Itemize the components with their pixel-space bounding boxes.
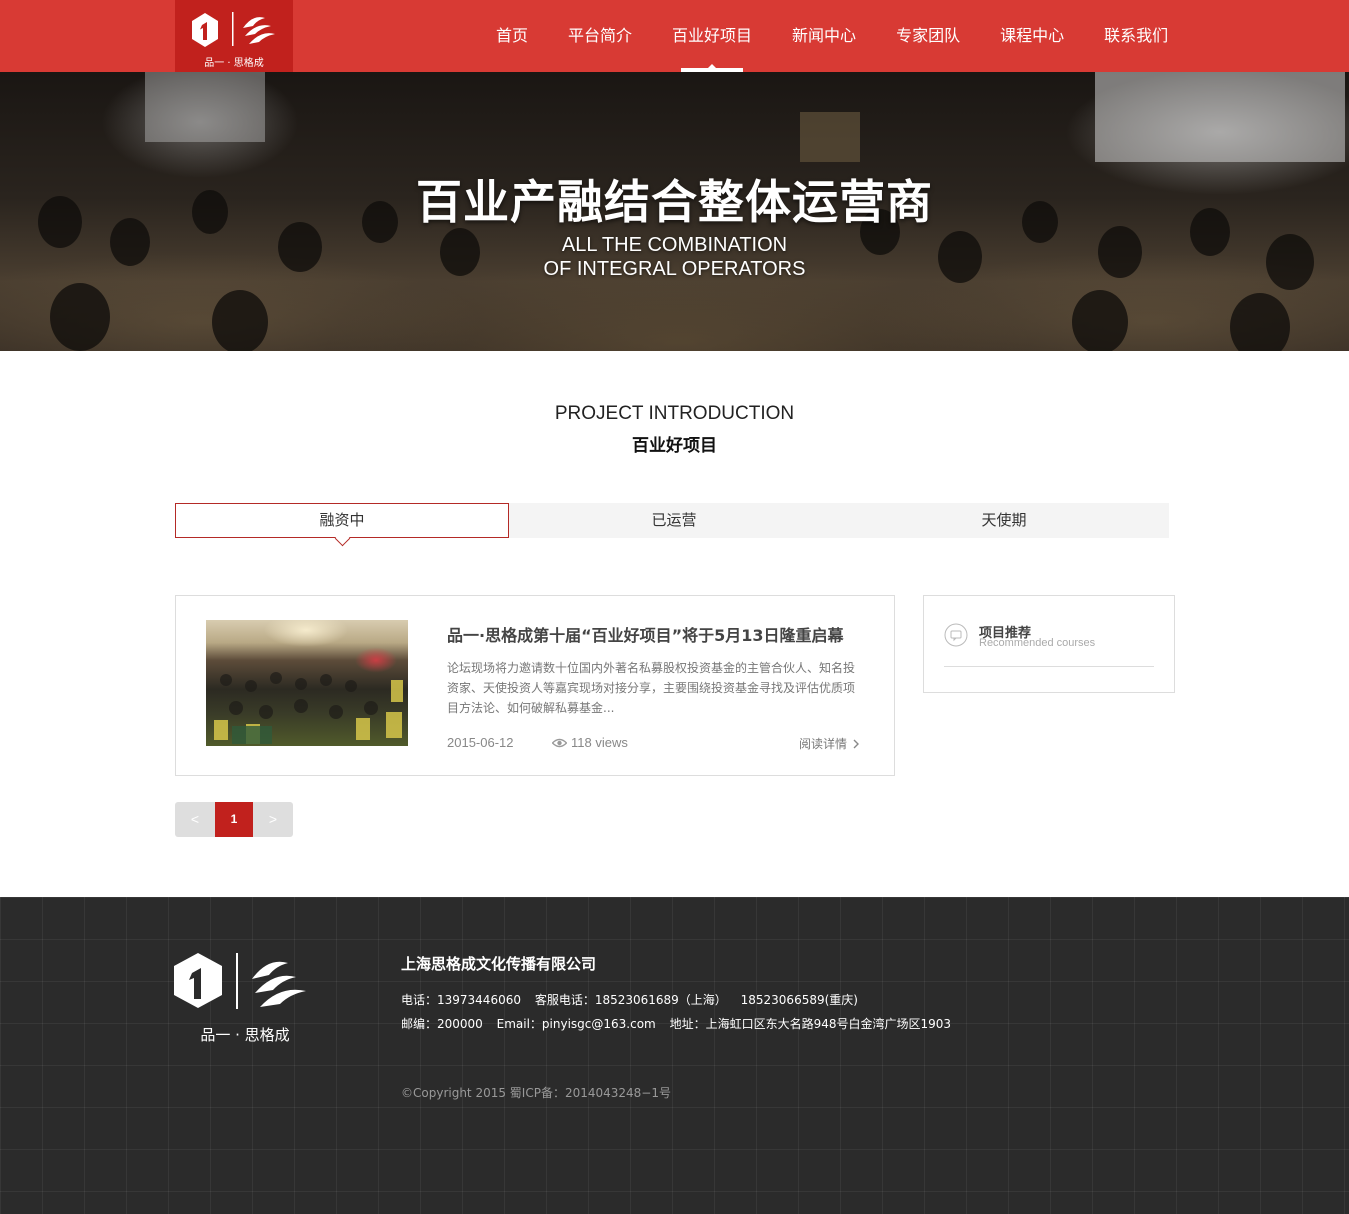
project-date: 2015-06-12 bbox=[447, 735, 514, 750]
recommended-panel: 项目推荐 Recommended courses bbox=[923, 595, 1175, 693]
nav-experts[interactable]: 专家团队 bbox=[876, 0, 980, 72]
footer-contact-line: 电话：13973446060 客服电话：18523061689（上海） 1852… bbox=[401, 991, 868, 1008]
footer-logo-text: 品一 · 思格成 bbox=[200, 1026, 290, 1044]
nav-courses[interactable]: 课程中心 bbox=[980, 0, 1084, 72]
banner-subtitle-line2: OF INTEGRAL OPERATORS bbox=[543, 258, 806, 280]
footer-phone: 电话：13973446060 bbox=[401, 993, 521, 1007]
footer-address: 地址：上海虹口区东大名路948号白金湾广场区1903 bbox=[669, 1017, 952, 1031]
page-1-button[interactable]: 1 bbox=[215, 802, 253, 837]
footer-email[interactable]: Email：pinyisgc@163.com bbox=[497, 1017, 656, 1031]
chat-bubble-icon bbox=[944, 623, 968, 647]
project-card: 品一·思格成第十届“百业好项目”将于5月13日隆重启幕 论坛现场将力邀请数十位国… bbox=[175, 595, 895, 776]
views-count: 118 views bbox=[571, 735, 628, 750]
footer-copyright: ©Copyright 2015 蜀ICP备：2014043248−1号 bbox=[401, 1086, 671, 1100]
read-more-label: 阅读详情 bbox=[799, 737, 848, 751]
chevron-right-icon bbox=[853, 739, 860, 748]
footer-address-line: 邮编：200000 Email：pinyisgc@163.com 地址：上海虹口… bbox=[401, 1015, 961, 1032]
main-nav: 首页 平台简介 百业好项目 新闻中心 专家团队 课程中心 联系我们 bbox=[476, 0, 1188, 72]
recommended-subtitle: Recommended courses bbox=[979, 637, 1096, 649]
top-header: 品一 · 思格成 首页 平台简介 百业好项目 新闻中心 专家团队 课程中心 联系… bbox=[0, 0, 1349, 72]
nav-projects[interactable]: 百业好项目 bbox=[652, 0, 772, 72]
tab-angel[interactable]: 天使期 bbox=[839, 503, 1169, 538]
project-title[interactable]: 品一·思格成第十届“百业好项目”将于5月13日隆重启幕 bbox=[447, 622, 844, 646]
nav-news[interactable]: 新闻中心 bbox=[772, 0, 876, 72]
nav-home[interactable]: 首页 bbox=[476, 0, 548, 72]
project-description: 论坛现场将力邀请数十位国内外著名私募股权投资基金的主管合伙人、知名投资家、天使投… bbox=[447, 661, 856, 715]
project-views: 118 views bbox=[552, 735, 628, 750]
prev-page-button[interactable]: < bbox=[175, 802, 215, 837]
banner-subtitle-line1: ALL THE COMBINATION bbox=[561, 234, 788, 256]
pagination: < 1 > bbox=[175, 802, 293, 837]
footer-postcode: 邮编：200000 bbox=[401, 1017, 483, 1031]
nav-about[interactable]: 平台简介 bbox=[548, 0, 652, 72]
divider bbox=[944, 666, 1154, 667]
logo-mark-icon bbox=[192, 12, 275, 47]
read-more-link[interactable]: 阅读详情 bbox=[799, 735, 860, 752]
project-tabs: 融资中 已运营 天使期 bbox=[175, 503, 1169, 538]
next-page-button[interactable]: > bbox=[253, 802, 293, 837]
footer-service-phone-2: 18523066589(重庆) bbox=[740, 993, 858, 1007]
audience-photo-image bbox=[214, 672, 403, 744]
section-title-cn: 百业好项目 bbox=[632, 436, 717, 456]
eye-icon bbox=[552, 738, 567, 747]
section-title-en: PROJECT INTRODUCTION bbox=[554, 403, 795, 424]
banner-title: 百业产融结合整体运营商 bbox=[416, 175, 933, 229]
logo-text: 品一 · 思格成 bbox=[204, 58, 264, 69]
tab-operating[interactable]: 已运营 bbox=[509, 503, 839, 538]
hero-banner: 百业产融结合整体运营商 ALL THE COMBINATION OF INTEG… bbox=[0, 72, 1349, 351]
site-footer: 品一 · 思格成 上海思格成文化传播有限公司 电话：13973446060 客服… bbox=[0, 897, 1349, 1214]
tab-financing[interactable]: 融资中 bbox=[175, 503, 509, 538]
footer-logo-icon bbox=[174, 953, 306, 1009]
nav-contact[interactable]: 联系我们 bbox=[1084, 0, 1188, 72]
project-thumbnail[interactable] bbox=[206, 620, 408, 746]
footer-service-phone: 客服电话：18523061689（上海） bbox=[534, 993, 727, 1007]
site-logo[interactable]: 品一 · 思格成 bbox=[175, 0, 293, 72]
footer-company-name: 上海思格成文化传播有限公司 bbox=[401, 955, 597, 973]
